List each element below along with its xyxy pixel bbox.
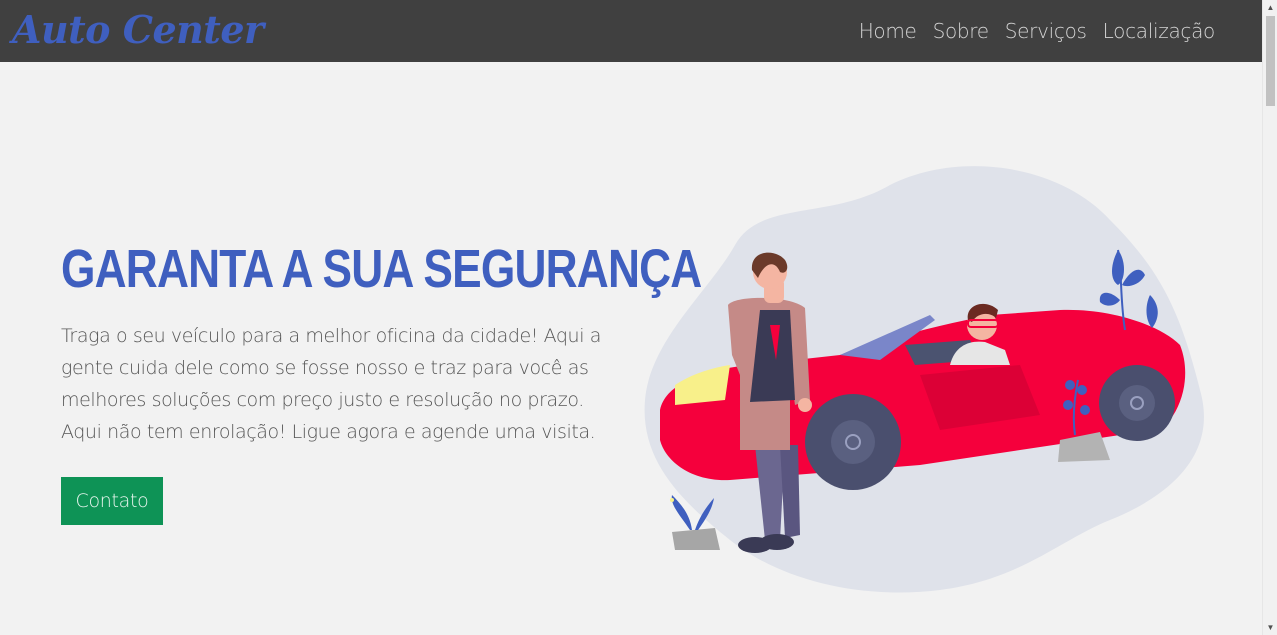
car-illustration: [644, 166, 1204, 593]
hero-description: Traga o seu veículo para a melhor oficin…: [61, 325, 601, 443]
nav-link-servicos[interactable]: Serviços: [1005, 19, 1087, 43]
nav-link-sobre[interactable]: Sobre: [933, 19, 990, 43]
hero-title: GARANTA A SUA SEGURANÇA: [61, 239, 702, 299]
navbar: Auto Center Home Sobre Serviços Localiza…: [0, 0, 1262, 62]
scroll-up-arrow-icon[interactable]: ▲: [1263, 0, 1277, 15]
site-logo[interactable]: Auto Center: [12, 11, 264, 49]
scroll-thumb[interactable]: [1266, 16, 1275, 106]
vertical-scrollbar[interactable]: ▲ ▼: [1262, 0, 1277, 635]
nav-menu: Home Sobre Serviços Localização: [859, 19, 1216, 43]
hero-section: GARANTA A SUA SEGURANÇA Traga o seu veíc…: [61, 238, 702, 448]
contact-button[interactable]: Contato: [61, 477, 163, 525]
scroll-down-arrow-icon[interactable]: ▼: [1263, 620, 1277, 635]
nav-link-home[interactable]: Home: [859, 19, 917, 43]
nav-link-localizacao[interactable]: Localização: [1103, 19, 1216, 43]
